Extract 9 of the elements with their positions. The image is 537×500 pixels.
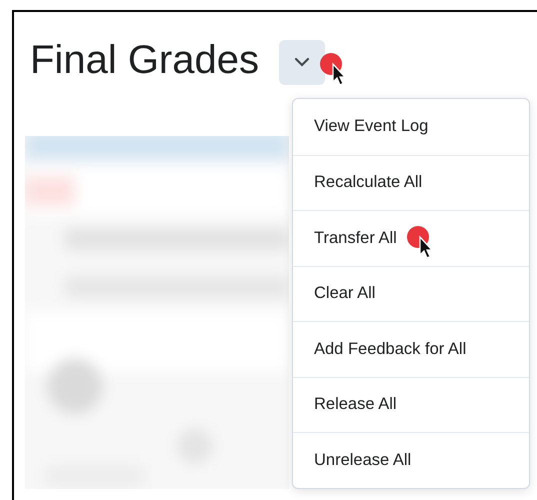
menu-item[interactable]: View Event Log	[293, 99, 529, 154]
page-title: Final Grades	[30, 38, 259, 82]
chevron-down-icon	[294, 57, 310, 67]
menu-item[interactable]: Add Feedback for All	[293, 321, 529, 376]
menu-toggle-button[interactable]	[278, 40, 325, 84]
menu-item[interactable]: Recalculate All	[293, 154, 529, 210]
menu-item[interactable]: Clear All	[293, 266, 529, 321]
menu-item[interactable]: Unrelease All	[293, 432, 529, 488]
menu-item[interactable]: Release All	[293, 376, 529, 432]
